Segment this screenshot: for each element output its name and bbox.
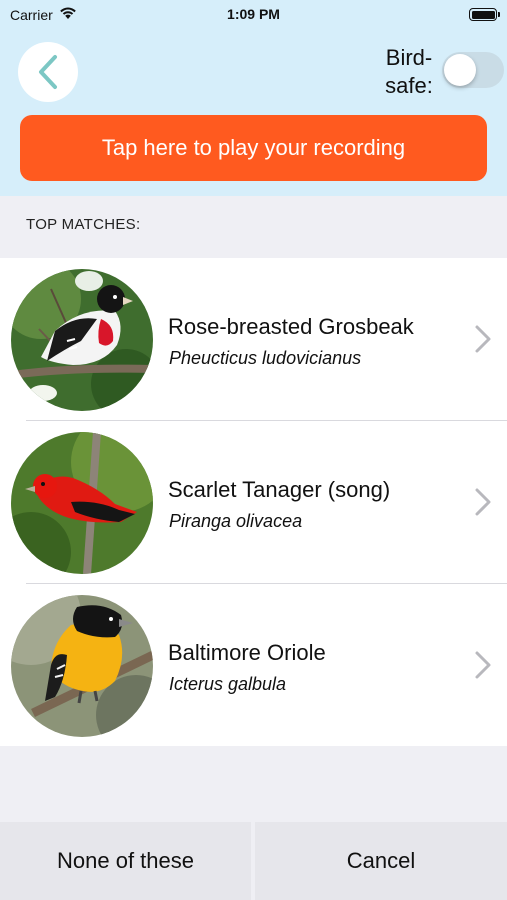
bird-photo xyxy=(11,269,153,411)
match-row-baltimore-oriole[interactable]: Baltimore Oriole Icterus galbula xyxy=(0,584,507,747)
none-of-these-button[interactable]: None of these xyxy=(0,822,251,900)
section-title: TOP MATCHES: xyxy=(26,216,141,233)
bird-safe-label: Bird- safe: xyxy=(374,44,444,100)
status-bar: Carrier 1:09 PM xyxy=(0,0,507,30)
chevron-right-icon xyxy=(475,325,491,353)
match-row-scarlet-tanager[interactable]: Scarlet Tanager (song) Piranga olivacea xyxy=(0,421,507,584)
bird-safe-label-line1: Bird- xyxy=(385,45,433,70)
bird-photo xyxy=(11,595,153,737)
common-name: Rose-breasted Grosbeak xyxy=(168,314,414,339)
battery-full-icon xyxy=(469,8,500,21)
back-button[interactable] xyxy=(18,42,78,102)
top-matches-header: TOP MATCHES: xyxy=(0,196,507,258)
scientific-name: Icterus galbula xyxy=(169,674,287,694)
bird-photo xyxy=(11,432,153,574)
match-row-rose-breasted-grosbeak[interactable]: Rose-breasted Grosbeak Pheucticus ludovi… xyxy=(0,258,507,421)
bottom-action-bar: None of these Cancel xyxy=(0,822,507,900)
recording-header: Bird- safe: Tap here to play your record… xyxy=(0,30,507,196)
chevron-left-icon xyxy=(39,55,57,89)
common-name: Baltimore Oriole xyxy=(168,640,326,665)
chevron-right-icon xyxy=(475,488,491,516)
scientific-name: Piranga olivacea xyxy=(169,511,303,531)
play-recording-button[interactable]: Tap here to play your recording xyxy=(20,115,487,181)
scientific-name: Pheucticus ludovicianus xyxy=(169,348,362,368)
toggle-knob xyxy=(444,54,476,86)
bird-safe-toggle[interactable] xyxy=(442,52,504,88)
chevron-right-icon xyxy=(475,651,491,679)
status-time: 1:09 PM xyxy=(227,6,280,22)
common-name: Scarlet Tanager (song) xyxy=(168,477,391,502)
match-list: Rose-breasted Grosbeak Pheucticus ludovi… xyxy=(0,258,507,746)
bird-safe-label-line2: safe: xyxy=(385,73,433,98)
cancel-button[interactable]: Cancel xyxy=(255,822,507,900)
